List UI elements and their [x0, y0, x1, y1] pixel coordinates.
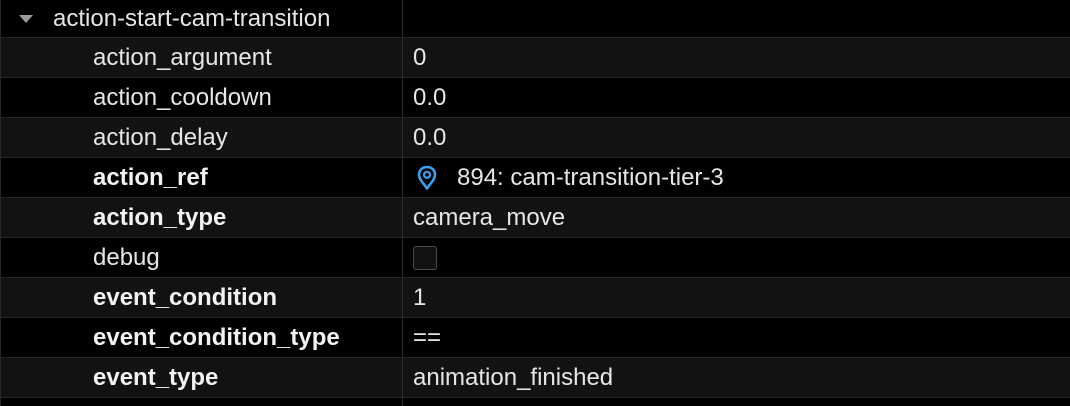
- property-key: action_cooldown: [1, 78, 403, 117]
- ref-link-text[interactable]: 894: cam-transition-tier-3: [457, 164, 724, 192]
- property-key: action_argument: [1, 38, 403, 77]
- property-value[interactable]: 0: [403, 38, 1070, 77]
- group-header-value-cell: [403, 0, 1070, 37]
- property-value[interactable]: 0.0: [403, 78, 1070, 117]
- location-pin-icon[interactable]: [417, 165, 437, 191]
- property-row-event-condition[interactable]: event_condition 1: [1, 278, 1070, 318]
- property-value-ref[interactable]: 894: cam-transition-tier-3: [403, 158, 1070, 197]
- property-row-action-delay[interactable]: action_delay 0.0: [1, 118, 1070, 158]
- debug-checkbox[interactable]: [413, 245, 437, 270]
- property-value[interactable]: ==: [403, 318, 1070, 357]
- property-row-action-type[interactable]: action_type camera_move: [1, 198, 1070, 238]
- property-row-debug[interactable]: debug: [1, 238, 1070, 278]
- property-value[interactable]: animation_finished: [403, 358, 1070, 397]
- property-key: event_type: [1, 358, 403, 397]
- group-header-key-cell: action-start-cam-transition: [1, 0, 403, 37]
- property-key: event_condition: [1, 278, 403, 317]
- property-key: event_condition_type: [1, 318, 403, 357]
- property-value[interactable]: 1: [403, 278, 1070, 317]
- disclosure-triangle-icon[interactable]: [1, 14, 53, 23]
- property-key: debug: [1, 238, 403, 277]
- group-header-row[interactable]: action-start-cam-transition: [1, 0, 1070, 38]
- property-row-event-condition-type[interactable]: event_condition_type ==: [1, 318, 1070, 358]
- property-key: action_delay: [1, 118, 403, 157]
- property-value-checkbox-cell: [403, 238, 1070, 277]
- property-inspector: action-start-cam-transition action_argum…: [0, 0, 1070, 406]
- property-row-event-type[interactable]: event_type animation_finished: [1, 358, 1070, 398]
- property-row-action-argument[interactable]: action_argument 0: [1, 38, 1070, 78]
- property-key: action_type: [1, 198, 403, 237]
- partial-value-cell: [403, 398, 1070, 406]
- group-name: action-start-cam-transition: [53, 4, 331, 32]
- property-row-action-cooldown[interactable]: action_cooldown 0.0: [1, 78, 1070, 118]
- property-key: action_ref: [1, 158, 403, 197]
- partial-next-row: [1, 398, 1070, 406]
- property-value[interactable]: camera_move: [403, 198, 1070, 237]
- partial-key-cell: [1, 398, 403, 406]
- property-value[interactable]: 0.0: [403, 118, 1070, 157]
- property-row-action-ref[interactable]: action_ref 894: cam-transition-tier-3: [1, 158, 1070, 198]
